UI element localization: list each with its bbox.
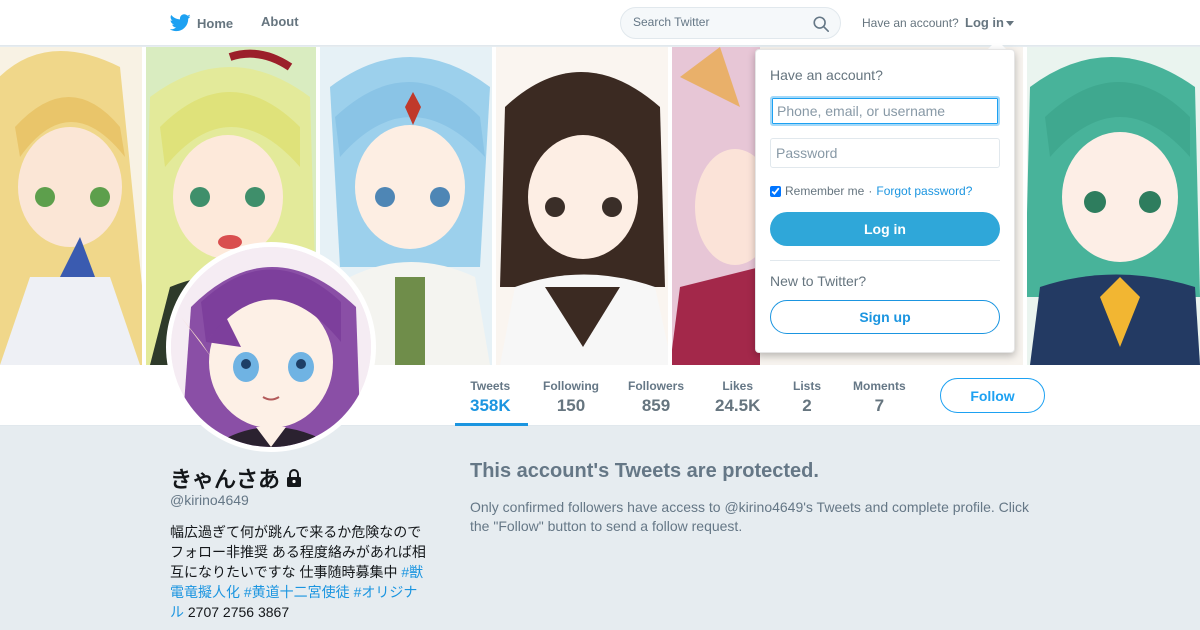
profile-handle: @kirino4649 — [170, 492, 249, 508]
active-tab-indicator — [455, 423, 528, 426]
remember-row: Remember me · Forgot password? — [770, 184, 972, 198]
profile-name-text: きゃんさあ — [170, 467, 281, 492]
stat-followers[interactable]: Followers 859 — [628, 379, 684, 417]
stat-lists[interactable]: Lists 2 — [793, 379, 821, 417]
top-navigation: Home About Have an account? Log in — [0, 0, 1200, 46]
new-to-twitter-text: New to Twitter? — [770, 273, 867, 289]
stat-label: Moments — [853, 379, 906, 393]
stat-label: Followers — [628, 379, 685, 393]
stat-value: 859 — [641, 396, 671, 415]
profile-bio: 幅広過ぎて何が跳んで来るか危険なのでフォロー非推奨 ある程度絡みがあれば相互にな… — [170, 522, 430, 622]
caret-down-icon — [1006, 21, 1014, 26]
nav-about[interactable]: About — [261, 14, 299, 29]
separator-dot: · — [868, 184, 873, 198]
login-toggle-label: Log in — [965, 15, 1004, 30]
remember-me-label: Remember me — [785, 184, 865, 198]
twitter-bird-icon — [170, 14, 191, 32]
nav-home[interactable]: Home — [170, 14, 233, 32]
forgot-password-link[interactable]: Forgot password? — [876, 184, 972, 198]
search-input[interactable] — [633, 15, 803, 29]
bio-text: 幅広過ぎて何が跳んで来るか危険なのでフォロー非推奨 ある程度絡みがあれば相互にな… — [170, 524, 426, 580]
divider — [770, 260, 1000, 261]
stat-label: Following — [543, 379, 599, 393]
bio-suffix: 2707 2756 3867 — [184, 604, 290, 620]
protected-text: Only confirmed followers have access to … — [470, 499, 1029, 534]
stat-label: Lists — [793, 379, 822, 393]
protected-title: This account's Tweets are protected. — [470, 460, 819, 482]
stat-label: Likes — [722, 379, 754, 393]
username-field[interactable] — [770, 96, 1000, 126]
signup-button[interactable]: Sign up — [770, 300, 1000, 334]
nav-about-label: About — [261, 14, 299, 29]
stat-label: Tweets — [470, 379, 511, 393]
have-account-text: Have an account? — [862, 16, 959, 30]
nav-home-label: Home — [197, 15, 234, 31]
remember-me-checkbox[interactable] — [770, 185, 781, 197]
login-dropdown: Have an account? Remember me · Forgot pa… — [755, 49, 1015, 353]
stat-following[interactable]: Following 150 — [543, 379, 599, 417]
search-box — [620, 7, 841, 39]
stat-likes[interactable]: Likes 24.5K — [715, 379, 760, 417]
password-field[interactable] — [770, 138, 1000, 168]
dropdown-caret — [988, 40, 1006, 49]
stat-value: 358K — [470, 396, 511, 415]
avatar[interactable] — [166, 242, 376, 452]
login-dropdown-title: Have an account? — [770, 67, 883, 83]
stat-value: 2 — [802, 396, 812, 415]
login-button[interactable]: Log in — [770, 212, 1000, 246]
avatar-image — [171, 247, 371, 447]
stat-value: 150 — [556, 396, 586, 415]
search-icon[interactable] — [812, 15, 830, 33]
stat-tweets[interactable]: Tweets 358K — [470, 379, 511, 417]
profile-name: きゃんさあ — [170, 462, 302, 494]
login-dropdown-toggle[interactable]: Log in — [965, 15, 1014, 30]
stat-value: 7 — [874, 396, 885, 415]
stat-moments[interactable]: Moments 7 — [853, 379, 906, 417]
hashtag-link[interactable]: #黄道十二宮使徒 — [244, 584, 350, 600]
stat-value: 24.5K — [715, 396, 761, 415]
follow-button[interactable]: Follow — [940, 378, 1045, 413]
lock-icon — [287, 469, 302, 487]
